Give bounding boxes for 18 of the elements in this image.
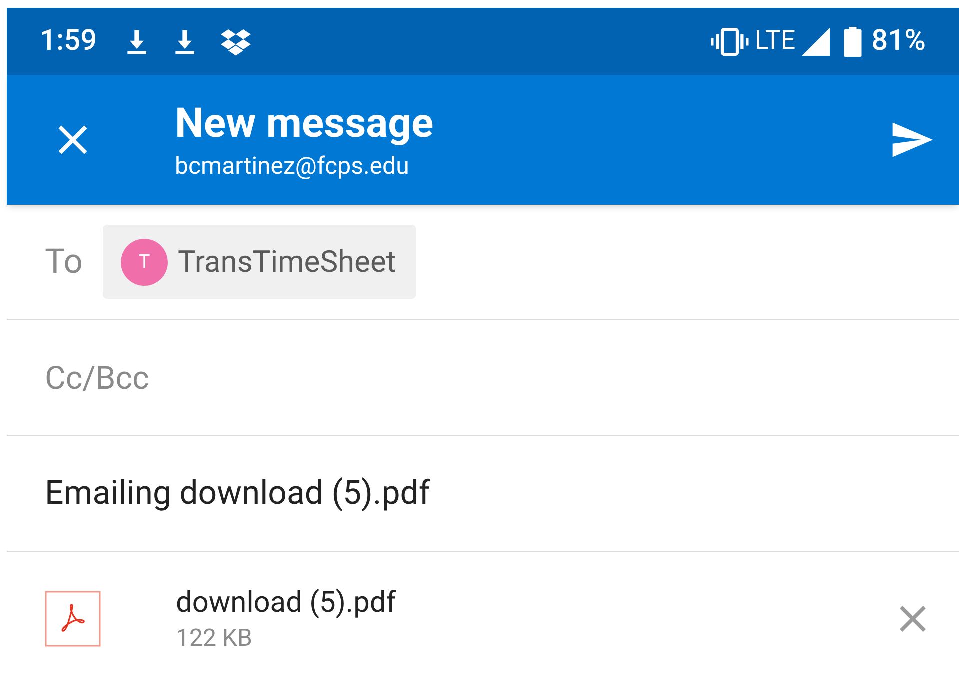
to-label: To — [45, 240, 84, 284]
account-email: bcmartinez@fcps.edu — [175, 151, 410, 182]
dropbox-icon — [219, 26, 254, 56]
attachment-name: download (5).pdf — [176, 585, 396, 622]
status-time: 1:59 — [40, 22, 98, 60]
signal-icon — [802, 28, 830, 56]
battery-percent: 81% — [872, 22, 926, 60]
subject-field[interactable]: Emailing download (5).pdf — [45, 468, 845, 518]
network-type: LTE — [754, 25, 796, 58]
recipient-chip[interactable]: T TransTimeSheet — [103, 225, 416, 299]
avatar: T — [121, 238, 168, 286]
compose-title: New message — [175, 99, 434, 150]
vibrate-icon — [710, 26, 749, 56]
attachment-size: 122 KB — [176, 623, 254, 654]
battery-icon — [844, 26, 862, 56]
pdf-icon — [45, 591, 101, 647]
recipient-name: TransTimeSheet — [178, 244, 396, 282]
cc-bcc-field[interactable]: Cc/Bcc — [45, 354, 645, 402]
